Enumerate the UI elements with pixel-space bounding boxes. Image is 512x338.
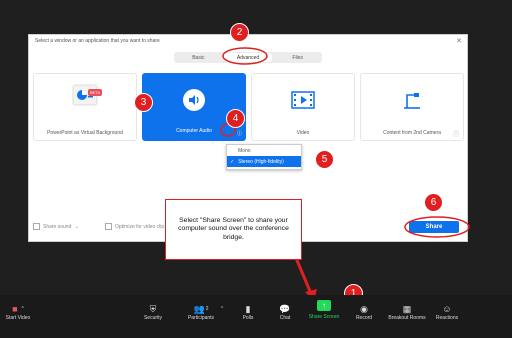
share-screen-icon: ↑ [317, 300, 331, 311]
record-button[interactable]: ◉ Record [352, 303, 376, 322]
security-button[interactable]: ⛨ Security [138, 303, 168, 322]
card-label: Computer Audio [176, 128, 212, 134]
share-button[interactable]: Share [409, 221, 459, 233]
step-badge-2: 2 [230, 23, 249, 42]
step-badge-3: 3 [134, 93, 153, 112]
chevron-down-icon[interactable]: ⌄ [231, 131, 235, 137]
info-icon[interactable]: ⓘ [237, 130, 242, 137]
share-tabs: Basic Advanced Files [174, 52, 322, 63]
share-sound-option[interactable]: Share sound ⌄ [33, 223, 79, 230]
breakout-rooms-label: Breakout Rooms [388, 315, 426, 321]
breakout-rooms-button[interactable]: ▦ Breakout Rooms [384, 303, 430, 322]
audio-mode-dropdown[interactable]: Mono ✓ Stereo (High-fidelity) [226, 144, 302, 170]
reactions-button[interactable]: ☺ Reactions [432, 303, 462, 321]
polls-label: Polls [242, 315, 254, 321]
card-label: Content from 2nd Camera [383, 130, 441, 136]
tab-files[interactable]: Files [273, 52, 322, 63]
polls-icon: ▮ [245, 303, 251, 314]
optimize-video-checkbox[interactable] [105, 223, 112, 230]
instruction-callout: Select "Share Screen" to share your comp… [165, 199, 302, 260]
checkmark-icon: ✓ [230, 158, 235, 165]
security-label: Security [143, 315, 163, 321]
chat-icon: 💬 [279, 303, 291, 314]
chevron-up-icon[interactable]: ^ [221, 306, 223, 312]
speaker-icon [183, 89, 205, 111]
dropdown-item-mono[interactable]: Mono [227, 145, 301, 156]
annotation-arrow [294, 257, 314, 297]
card-label: PowerPoint as Virtual Background [47, 130, 123, 136]
step-badge-5: 5 [315, 150, 334, 169]
document-camera-icon [404, 93, 420, 109]
chat-label: Chat [279, 315, 291, 321]
share-screen-button[interactable]: ↑ Share Screen [306, 300, 342, 326]
step-badge-6: 6 [424, 193, 443, 212]
card-computer-audio[interactable]: Computer Audio ⌄ ⓘ [142, 73, 246, 141]
participants-label: Participants [187, 315, 215, 321]
dropdown-item-label: Stereo (High-fidelity) [238, 158, 284, 165]
reactions-label: Reactions [435, 315, 459, 321]
card-powerpoint-virtual-background[interactable]: BETA PowerPoint as Virtual Background [33, 73, 137, 141]
start-video-button[interactable]: ■ ^ Start Video [2, 303, 34, 321]
chat-button[interactable]: 💬 Chat [274, 303, 296, 322]
polls-button[interactable]: ▮ Polls [236, 303, 260, 322]
video-off-icon: ■ ^ [12, 304, 24, 314]
info-icon[interactable]: ⓘ [453, 129, 459, 138]
card-second-camera[interactable]: Content from 2nd Camera ⓘ [360, 73, 464, 141]
participants-icon: 👥 2 [193, 303, 209, 314]
beta-badge: BETA [88, 89, 103, 96]
breakout-rooms-icon: ▦ [402, 303, 412, 314]
participants-button[interactable]: 👥 2 Participants [184, 303, 218, 322]
record-label: Record [355, 315, 373, 321]
film-icon [291, 91, 315, 109]
tab-advanced[interactable]: Advanced [223, 53, 273, 62]
dropdown-item-stereo[interactable]: ✓ Stereo (High-fidelity) [227, 156, 301, 167]
shield-icon: ⛨ [149, 303, 157, 314]
record-icon: ◉ [360, 303, 368, 314]
start-video-label: Start Video [5, 315, 31, 321]
step-badge-4: 4 [226, 109, 245, 128]
tab-basic[interactable]: Basic [174, 52, 223, 63]
dialog-title: Select a window or an application that y… [35, 38, 160, 44]
meeting-toolbar: ■ ^ Start Video ⛨ Security 👥 2 Participant… [0, 295, 512, 338]
optimize-video-label: Optimize for video clip [115, 223, 165, 230]
close-icon[interactable]: ✕ [456, 37, 462, 45]
reactions-icon: ☺ [442, 304, 452, 314]
optimize-video-option[interactable]: Optimize for video clip [105, 223, 164, 230]
share-sound-checkbox[interactable] [33, 223, 40, 230]
card-video[interactable]: Video [251, 73, 355, 141]
participants-count: 2 [205, 306, 209, 312]
share-sound-label: Share sound [43, 223, 72, 230]
chevron-down-icon[interactable]: ⌄ [75, 224, 79, 230]
share-screen-label: Share Screen [308, 314, 340, 320]
